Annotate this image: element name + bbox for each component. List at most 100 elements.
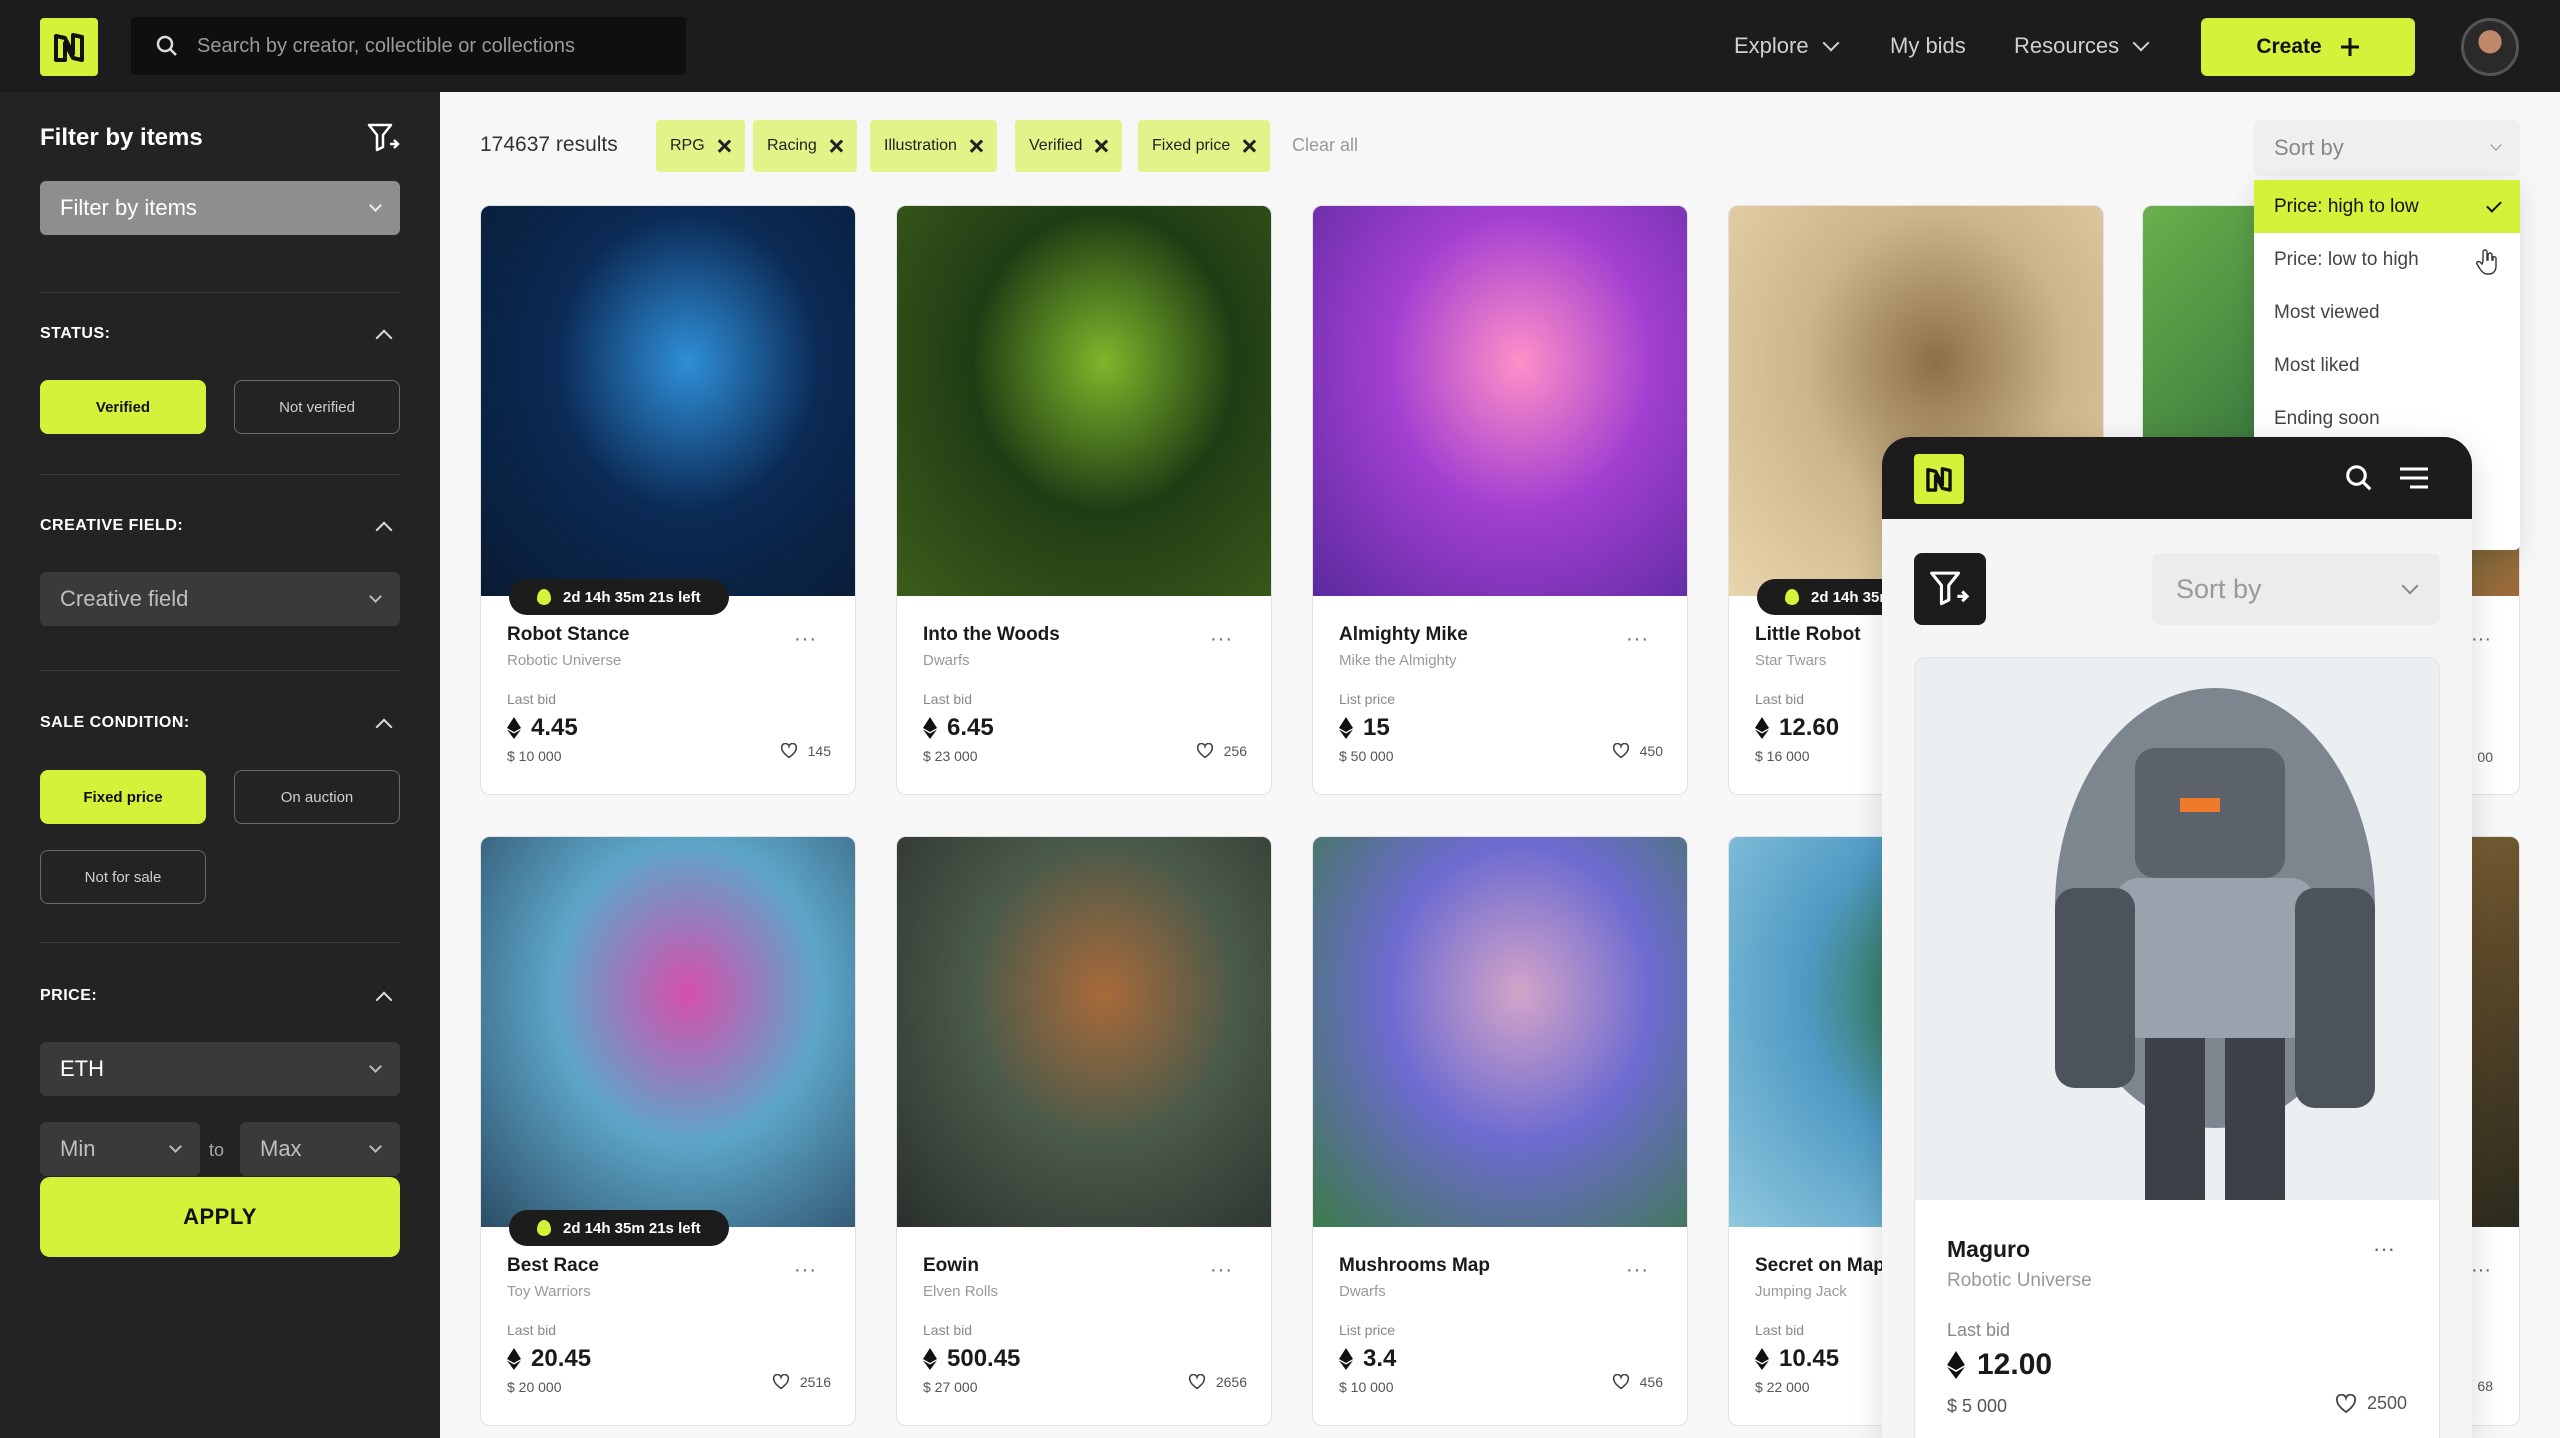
chevron-up-icon[interactable] xyxy=(375,991,393,1009)
likes[interactable]: 450 xyxy=(1612,743,1663,759)
logo[interactable] xyxy=(1914,454,1964,504)
mobile-sort-select[interactable]: Sort by xyxy=(2152,553,2440,625)
eth-icon xyxy=(923,1348,937,1370)
filter-icon[interactable] xyxy=(366,120,402,156)
close-icon[interactable] xyxy=(829,139,843,153)
sort-option-most-viewed[interactable]: Most viewed xyxy=(2254,286,2520,339)
search-icon[interactable] xyxy=(2344,463,2374,493)
card-image[interactable] xyxy=(897,837,1271,1227)
sort-option-high-low[interactable]: Price: high to low xyxy=(2254,180,2520,233)
price-min-select[interactable]: Min xyxy=(40,1122,200,1176)
more-icon[interactable]: ··· xyxy=(1210,628,1233,651)
sale-not-for-sale[interactable]: Not for sale xyxy=(40,850,206,904)
more-icon[interactable]: ··· xyxy=(794,628,817,651)
filter-tag-rpg[interactable]: RPG xyxy=(656,120,745,172)
filter-select-value: Filter by items xyxy=(60,195,197,220)
card-image[interactable] xyxy=(1915,658,2439,1200)
price-min-value: Min xyxy=(60,1136,96,1161)
countdown-text: 2d 14h 35m 21s left xyxy=(563,1219,701,1237)
price-max-select[interactable]: Max xyxy=(240,1122,400,1176)
clear-all-link[interactable]: Clear all xyxy=(1292,135,1358,156)
sort-option-most-liked[interactable]: Most liked xyxy=(2254,339,2520,392)
nav-my-bids[interactable]: My bids xyxy=(1890,0,1966,92)
mobile-product-card[interactable]: Maguro Robotic Universe ··· Last bid 12.… xyxy=(1914,657,2440,1438)
product-card[interactable]: 2d 14h 35m 21s left Robot Stance Robotic U… xyxy=(480,205,856,795)
more-icon[interactable]: ··· xyxy=(2471,1259,2491,1282)
sale-on-auction[interactable]: On auction xyxy=(234,770,400,824)
card-image[interactable] xyxy=(481,206,855,596)
product-card[interactable]: Eowin Elven Rolls ··· Last bid 500.45 $ 27 00… xyxy=(896,836,1272,1426)
likes[interactable]: 2500 xyxy=(2335,1393,2407,1414)
card-image[interactable] xyxy=(1313,837,1687,1227)
likes[interactable]: 2516 xyxy=(772,1374,831,1390)
apply-button[interactable]: APPLY xyxy=(40,1177,400,1257)
menu-icon[interactable] xyxy=(2398,465,2430,491)
nav-explore[interactable]: Explore xyxy=(1734,0,1840,92)
price: 6.45 xyxy=(923,714,994,742)
option-label: Most liked xyxy=(2274,354,2360,376)
card-creator: Toy Warriors xyxy=(507,1283,591,1300)
close-icon[interactable] xyxy=(969,139,983,153)
search-bar[interactable]: Search by creator, collectible or collec… xyxy=(131,17,686,75)
currency-select[interactable]: ETH xyxy=(40,1042,400,1096)
price-label: Last bid xyxy=(923,691,973,707)
chevron-up-icon[interactable] xyxy=(375,329,393,347)
close-icon[interactable] xyxy=(1242,139,1256,153)
status-not-verified[interactable]: Not verified xyxy=(234,380,400,434)
heart-icon xyxy=(1612,1374,1629,1390)
more-icon[interactable]: ··· xyxy=(794,1259,817,1282)
product-card[interactable]: Almighty Mike Mike the Almighty ··· List pr… xyxy=(1312,205,1688,795)
product-card[interactable]: 2d 14h 35m 21s left Best Race Toy Warriors… xyxy=(480,836,856,1426)
filter-tag-illustration[interactable]: Illustration xyxy=(870,120,997,172)
card-image[interactable] xyxy=(1313,206,1687,596)
logo[interactable] xyxy=(40,18,98,76)
creative-field-select[interactable]: Creative field xyxy=(40,572,400,626)
card-image[interactable] xyxy=(481,837,855,1227)
more-icon[interactable]: ··· xyxy=(1210,1259,1233,1282)
product-card[interactable]: Into the Woods Dwarfs ··· Last bid 6.45 $ 23 … xyxy=(896,205,1272,795)
sale-fixed-price[interactable]: Fixed price xyxy=(40,770,206,824)
filter-tag-verified[interactable]: Verified xyxy=(1015,120,1123,172)
create-button[interactable]: Create xyxy=(2201,18,2415,76)
likes[interactable]: 2656 xyxy=(1188,1374,1247,1390)
chevron-down-icon xyxy=(2132,34,2150,52)
product-card[interactable]: Mushrooms Map Dwarfs ··· List price 3.4 $ 10 … xyxy=(1312,836,1688,1426)
divider xyxy=(40,474,400,475)
price-value: 3.4 xyxy=(1363,1345,1397,1372)
chevron-up-icon[interactable] xyxy=(375,521,393,539)
filter-tag-fixed-price[interactable]: Fixed price xyxy=(1138,120,1271,172)
chevron-down-icon xyxy=(369,198,382,212)
card-creator: Mike the Almighty xyxy=(1339,652,1457,669)
mobile-sort-label: Sort by xyxy=(2176,573,2262,604)
avatar[interactable] xyxy=(2461,18,2519,76)
filter-by-items-select[interactable]: Filter by items xyxy=(40,181,400,235)
more-icon[interactable]: ··· xyxy=(2471,628,2491,651)
more-icon[interactable]: ··· xyxy=(1626,1259,1649,1282)
price-usd: $ 20 000 xyxy=(507,1379,562,1395)
eth-icon xyxy=(1339,717,1353,739)
search-input[interactable]: Search by creator, collectible or collec… xyxy=(197,35,575,58)
filter-tag-racing[interactable]: Racing xyxy=(753,120,857,172)
likes[interactable]: 256 xyxy=(1196,743,1247,759)
likes-count: 450 xyxy=(1639,743,1663,759)
likes[interactable]: 456 xyxy=(1612,1374,1663,1390)
chevron-up-icon[interactable] xyxy=(375,718,393,736)
likes[interactable]: 145 xyxy=(780,743,831,759)
eth-icon xyxy=(507,717,521,739)
card-image[interactable] xyxy=(897,206,1271,596)
sort-select[interactable]: Sort by xyxy=(2254,120,2520,176)
price-label: Last bid xyxy=(923,1322,973,1338)
mobile-filter-button[interactable] xyxy=(1914,553,1986,625)
nav-resources[interactable]: Resources xyxy=(2014,0,2150,92)
close-icon[interactable] xyxy=(717,139,731,153)
search-icon xyxy=(156,35,177,56)
sort-option-low-high[interactable]: Price: low to high xyxy=(2254,233,2520,286)
price: 4.45 xyxy=(507,714,578,742)
divider xyxy=(40,292,400,293)
status-verified[interactable]: Verified xyxy=(40,380,206,434)
heart-icon xyxy=(1196,743,1213,759)
price-value: 10.45 xyxy=(1779,1345,1840,1372)
more-icon[interactable]: ··· xyxy=(2373,1236,2395,1262)
more-icon[interactable]: ··· xyxy=(1626,628,1649,651)
close-icon[interactable] xyxy=(1094,139,1108,153)
